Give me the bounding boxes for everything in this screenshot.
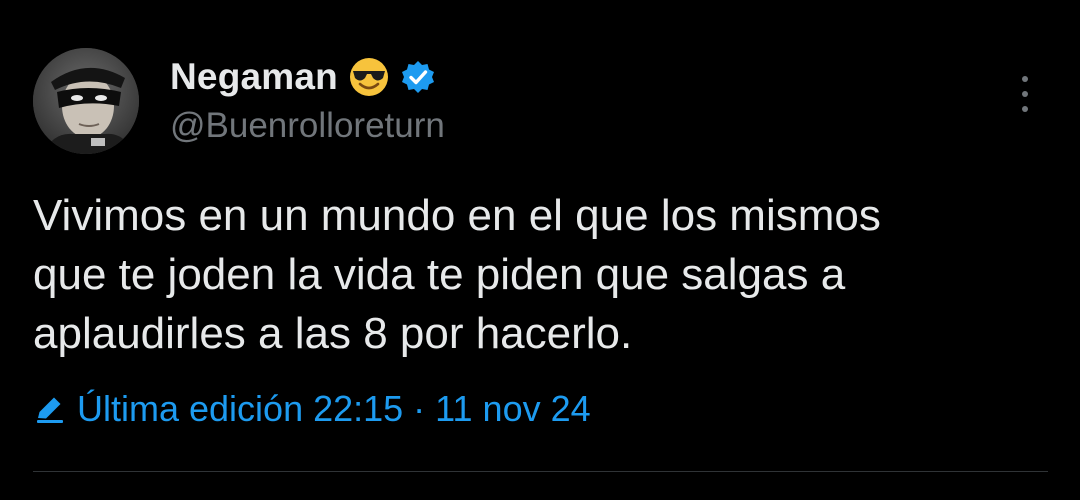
author-name-row: Negaman	[170, 52, 436, 102]
more-dot	[1022, 106, 1028, 112]
author-display-name[interactable]: Negaman	[170, 56, 338, 98]
divider	[33, 471, 1048, 472]
more-vertical-icon[interactable]	[1010, 74, 1040, 114]
tweet-card: Negaman @Buenrolloreturn Vivimos en un m…	[0, 0, 1080, 500]
edit-history-link[interactable]: Última edición 22:15 · 11 nov 24	[33, 388, 591, 430]
masked-man-avatar-icon	[33, 48, 139, 154]
tweet-text: Vivimos en un mundo en el que los mismos…	[33, 191, 881, 358]
avatar[interactable]	[33, 48, 139, 154]
smiling-face-with-sunglasses-icon	[348, 56, 390, 98]
pencil-icon	[33, 392, 67, 426]
more-dot	[1022, 76, 1028, 82]
verified-badge-icon[interactable]	[400, 59, 436, 95]
more-dot	[1022, 91, 1028, 97]
edit-info-text[interactable]: Última edición 22:15 · 11 nov 24	[77, 388, 591, 430]
author-handle[interactable]: @Buenrolloreturn	[170, 106, 445, 146]
